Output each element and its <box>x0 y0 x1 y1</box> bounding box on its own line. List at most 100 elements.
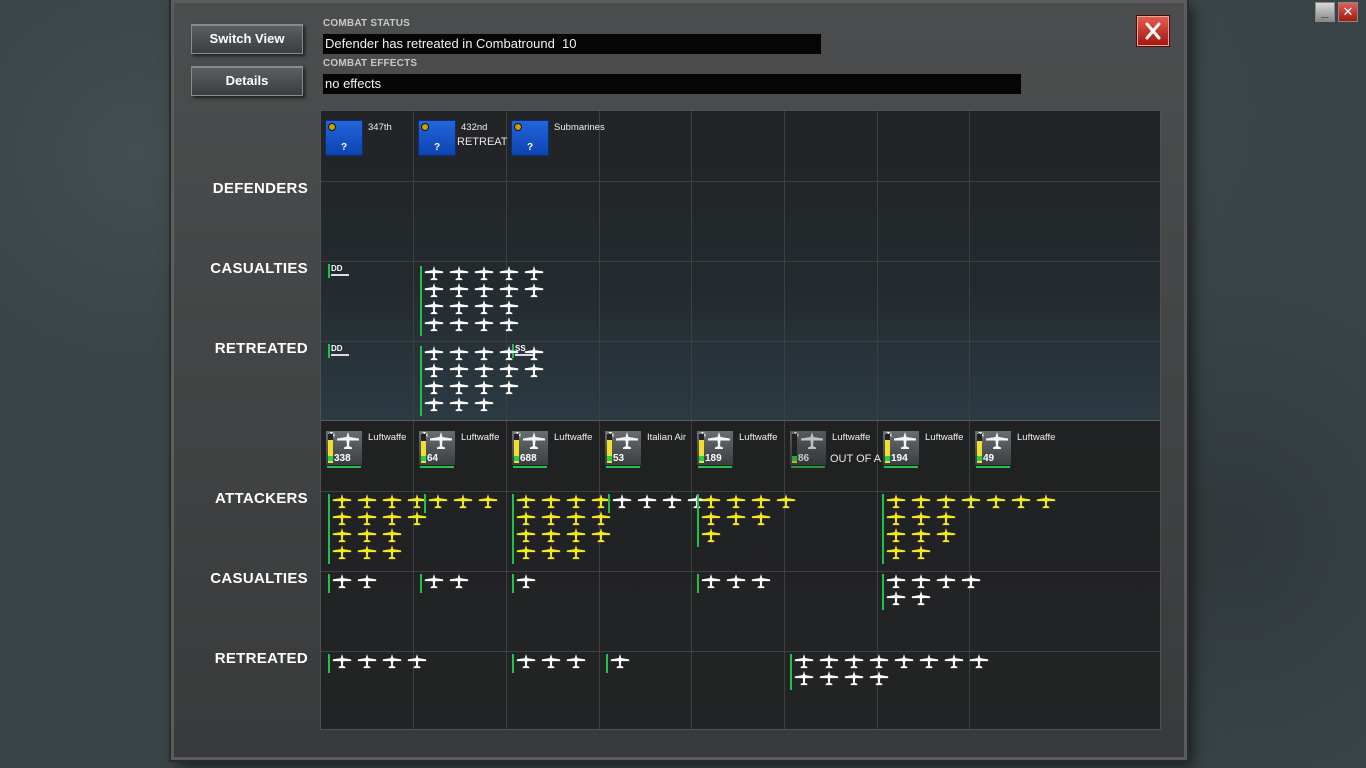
aircraft-icon <box>726 574 746 589</box>
aircraft-icon <box>357 511 377 526</box>
air-unit-card[interactable]: ✠194 <box>882 430 920 468</box>
air-unit-card[interactable]: ✠49 <box>974 430 1012 468</box>
unit-name: Luftwaffe <box>832 432 871 443</box>
aircraft-icon <box>516 545 536 560</box>
attacker-unit[interactable]: ✠189 Luftwaffe <box>692 420 784 480</box>
aircraft-icon <box>516 574 536 589</box>
unit-name: Luftwaffe <box>1017 432 1056 443</box>
attacker-unit[interactable]: ✠194 Luftwaffe <box>878 420 970 480</box>
grid-row-divider <box>321 571 1160 572</box>
strength-line <box>420 466 454 468</box>
aircraft-icon <box>524 346 544 361</box>
attacker-unit[interactable]: ✠49 Luftwaffe <box>970 420 1062 480</box>
aircraft-icon <box>591 528 611 543</box>
attacker-unit[interactable]: ✠86 Luftwaffe OUT OF A <box>785 420 881 480</box>
aircraft-icon <box>524 266 544 281</box>
navy-unit-card[interactable]: ? <box>511 120 549 156</box>
air-unit-card[interactable]: ✠338 <box>325 430 363 468</box>
aircraft-icon <box>936 494 956 509</box>
aircraft-icon <box>499 300 519 315</box>
navy-unit-card[interactable]: ? <box>418 120 456 156</box>
air-unit-card[interactable]: ✠189 <box>696 430 734 468</box>
aircraft-icon <box>449 380 469 395</box>
attacker-unit[interactable]: ✠64 Luftwaffe <box>414 420 506 480</box>
aircraft-icon <box>424 380 444 395</box>
aircraft-icon <box>936 574 956 589</box>
unit-count: 53 <box>613 453 625 464</box>
ready-indicator <box>421 456 426 461</box>
details-button[interactable]: Details <box>191 66 303 96</box>
defender-unit[interactable]: ? 432nd RETREAT <box>414 110 508 170</box>
group-indicator <box>606 654 608 673</box>
aircraft-icon <box>708 432 730 449</box>
air-unit-card[interactable]: ✠64 <box>418 430 456 468</box>
aircraft-icon <box>616 432 638 449</box>
defenders-row-label: DEFENDERS <box>212 180 308 197</box>
aircraft-icon <box>944 654 964 669</box>
aircraft-icon <box>357 574 377 589</box>
group-indicator <box>328 574 330 593</box>
aircraft-icon <box>516 511 536 526</box>
aircraft-icon <box>449 574 469 589</box>
switch-view-button[interactable]: Switch View <box>191 24 303 54</box>
aircraft-icon <box>566 511 586 526</box>
defender-unit[interactable]: ? Submarines <box>507 110 605 170</box>
unit-count: 688 <box>520 453 537 464</box>
aircraft-icon <box>566 528 586 543</box>
attackers-row-label: ATTACKERS <box>215 490 308 507</box>
grid-row-divider <box>321 651 1160 652</box>
aircraft-icon <box>424 266 444 281</box>
unit-name: 347th <box>368 122 392 133</box>
unit-count: 189 <box>705 453 722 464</box>
unit-count: ? <box>433 142 441 153</box>
aircraft-icon <box>869 654 889 669</box>
attacker-unit[interactable]: ✠53 Italian Air <box>600 420 692 480</box>
air-unit-card[interactable]: ✠53 <box>604 430 642 468</box>
defender-unit[interactable]: ? 347th <box>321 110 413 170</box>
aircraft-icon <box>474 300 494 315</box>
aircraft-icon <box>541 654 561 669</box>
aircraft-icon <box>936 511 956 526</box>
air-unit-card[interactable]: ✠86 <box>789 430 827 468</box>
unit-count: 64 <box>427 453 439 464</box>
unit-status-ring-icon <box>421 123 429 131</box>
aircraft-icon <box>566 494 586 509</box>
aircraft-icon <box>886 591 906 606</box>
group-indicator <box>608 494 610 513</box>
aircraft-icon <box>701 511 721 526</box>
unit-count: ? <box>340 142 348 153</box>
aircraft-icon <box>894 654 914 669</box>
aircraft-icon <box>794 654 814 669</box>
attacker-unit[interactable]: ✠688 Luftwaffe <box>507 420 599 480</box>
aircraft-icon <box>453 494 473 509</box>
close-button[interactable] <box>1137 16 1169 46</box>
combat-effects-field: no effects <box>322 73 1022 95</box>
air-unit-card[interactable]: ✠688 <box>511 430 549 468</box>
aircraft-icon <box>541 511 561 526</box>
navy-unit-card[interactable]: ? <box>325 120 363 156</box>
aircraft-icon <box>566 545 586 560</box>
aircraft-icon <box>424 317 444 332</box>
group-indicator <box>512 494 514 564</box>
group-indicator <box>328 494 330 564</box>
aircraft-icon <box>844 654 864 669</box>
aircraft-icon <box>819 671 839 686</box>
strength-line <box>884 466 918 468</box>
aircraft-icon <box>911 494 931 509</box>
unit-name: Submarines <box>554 122 605 133</box>
group-indicator <box>420 574 422 593</box>
aircraft-icon <box>701 528 721 543</box>
aircraft-icon <box>332 654 352 669</box>
group-indicator <box>328 654 330 673</box>
aircraft-icon <box>499 346 519 361</box>
aircraft-icon <box>961 574 981 589</box>
window-close-icon[interactable]: ✕ <box>1338 2 1358 22</box>
aircraft-icon <box>449 300 469 315</box>
group-indicator <box>512 574 514 593</box>
aircraft-icon <box>523 432 545 449</box>
aircraft-icon <box>332 545 352 560</box>
aircraft-icon <box>499 363 519 378</box>
aircraft-icon <box>474 346 494 361</box>
attacker-unit[interactable]: ✠338 Luftwaffe <box>321 420 413 480</box>
minimize-icon[interactable]: _ <box>1315 2 1335 22</box>
